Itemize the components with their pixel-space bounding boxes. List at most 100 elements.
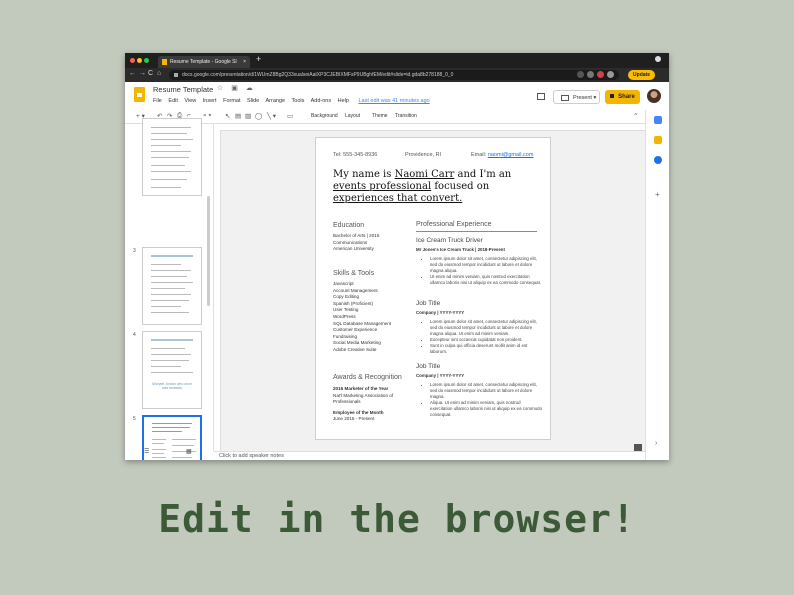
star-icon[interactable]: ☆ ▣ ☁ — [217, 84, 256, 92]
extension-icon[interactable] — [577, 71, 584, 78]
email-link[interactable]: naomi@gmail.com — [488, 152, 534, 158]
avatar[interactable] — [607, 71, 614, 78]
chevron-right-icon[interactable]: › — [655, 440, 657, 447]
avatar[interactable] — [647, 89, 661, 103]
intro-text: My name is — [333, 169, 395, 180]
email-line: Email: naomi@gmail.com — [471, 152, 533, 158]
intro-experiences: experiences that convert. — [333, 193, 463, 204]
award-title: Employee of the Month — [333, 410, 393, 417]
theme-button[interactable]: Theme — [372, 113, 388, 119]
menu-slide[interactable]: Slide — [247, 98, 259, 104]
url-text: docs.google.com/presentation/d/1WUmZ8Bg2… — [182, 72, 454, 78]
awards-heading: Awards & Recognition — [333, 374, 402, 381]
tasks-icon[interactable] — [654, 156, 662, 164]
slide-filmstrip: 3 4 Michael Jordan who once was fantasti… — [125, 118, 214, 460]
reload-icon[interactable]: C — [148, 70, 153, 77]
line-icon[interactable]: ╲ ▾ — [267, 112, 276, 120]
home-icon[interactable]: ⌂ — [157, 70, 161, 77]
new-tab-button[interactable]: + — [256, 54, 261, 64]
slides-logo-icon[interactable] — [134, 87, 145, 102]
slide-number: 3 — [133, 248, 136, 254]
browser-window: Resume Template - Google Sl × + ← → C ⌂ … — [125, 53, 669, 460]
job-title: Job Title — [416, 363, 441, 370]
shape-icon[interactable]: ◯ — [255, 112, 262, 120]
intro-events: events professional — [333, 181, 432, 192]
menu-help[interactable]: Help — [338, 98, 349, 104]
intro-statement: My name is Naomi Carr and I'm an events … — [333, 169, 538, 205]
profile-menu-icon[interactable] — [655, 56, 661, 62]
extension-icon[interactable] — [597, 71, 604, 78]
comment-icon[interactable]: ▭ — [287, 112, 293, 120]
menu-tools[interactable]: Tools — [292, 98, 305, 104]
list-item: Spanish (Proficient) — [333, 300, 374, 306]
job-bullets: Lorem ipsum dolor sit amet, consectetur … — [416, 382, 544, 417]
address-bar-row: ← → C ⌂ docs.google.com/presentation/d/1… — [125, 68, 669, 82]
list-item: Social Media Marketing — [333, 340, 381, 346]
slide-thumbnail-2[interactable] — [142, 118, 202, 196]
skills-list: Javascript Account Management Copy Editi… — [333, 281, 391, 354]
comments-icon[interactable] — [537, 93, 545, 100]
job-title: Job Title — [416, 300, 441, 307]
menu-edit[interactable]: Edit — [168, 98, 177, 104]
menu-arrange[interactable]: Arrange — [266, 98, 286, 104]
speaker-notes[interactable]: Click to add speaker notes — [214, 444, 645, 460]
list-item: Lorem ipsum dolor sit amet, consectetur … — [430, 256, 544, 274]
list-item: Communications — [333, 239, 368, 245]
present-button[interactable]: Present ▾ — [553, 90, 600, 104]
transition-button[interactable]: Transition — [395, 113, 417, 119]
slide-number: 4 — [133, 332, 136, 338]
slide-thumbnail-3[interactable] — [142, 247, 202, 325]
filmstrip-view-icon[interactable]: ☰ — [144, 448, 149, 455]
forward-icon[interactable]: → — [139, 70, 146, 77]
location-text: Providence, RI — [405, 152, 442, 158]
minimize-window-icon[interactable] — [137, 58, 142, 63]
slide-thumbnail-4[interactable]: Michael Jordan who once was fantastic — [142, 331, 202, 409]
menu-file[interactable]: File — [153, 98, 162, 104]
browser-tab[interactable]: Resume Template - Google Sl × — [158, 56, 250, 68]
resume-slide[interactable]: Tel: 555-345-8936 Providence, RI Email: … — [315, 137, 551, 440]
list-item: Lorem ipsum dolor sit amet, consectetur … — [430, 382, 544, 400]
chevron-up-icon[interactable]: ⌃ — [633, 112, 638, 120]
extension-icon[interactable] — [587, 71, 594, 78]
list-item: Ut enim ad minim veniam, quis nostrud ex… — [430, 274, 544, 286]
select-icon[interactable]: ↖ — [225, 112, 230, 120]
slides-toolbar: + ▾ ↶ ↷ ⎙ ⌐ ⌕ ▾ ↖ ▤ ▨ ◯ ╲ ▾ ▭ Background… — [125, 110, 645, 124]
zoom-icon[interactable]: ⌕ ▾ — [203, 112, 211, 120]
update-button[interactable]: Update — [628, 70, 655, 80]
job-title: Ice Cream Truck Driver — [416, 237, 483, 244]
image-icon[interactable]: ▨ — [245, 112, 251, 120]
list-item: Account Management — [333, 287, 378, 293]
menu-view[interactable]: View — [184, 98, 196, 104]
divider — [416, 231, 537, 232]
grid-view-icon[interactable]: ▦ — [186, 448, 192, 455]
menu-format[interactable]: Format — [223, 98, 240, 104]
filmstrip-scrollbar[interactable] — [207, 196, 210, 306]
url-field[interactable]: docs.google.com/presentation/d/1WUmZ8Bg2… — [169, 70, 619, 80]
job-bullets: Lorem ipsum dolor sit amet, consectetur … — [416, 319, 544, 354]
vertical-ruler — [214, 130, 221, 451]
keep-icon[interactable] — [654, 136, 662, 144]
tab-close-icon[interactable]: × — [243, 56, 246, 68]
maximize-window-icon[interactable] — [144, 58, 149, 63]
layout-button[interactable]: Layout — [345, 113, 360, 119]
list-item: June 2015 - Present — [333, 416, 375, 422]
text-box-icon[interactable]: ▤ — [235, 112, 241, 120]
list-item: Sunt in culpa qui officia deserunt molli… — [430, 343, 544, 355]
back-icon[interactable]: ← — [129, 70, 136, 77]
menu-addons[interactable]: Add-ons — [311, 98, 332, 104]
background-button[interactable]: Background — [311, 113, 338, 119]
explore-icon[interactable] — [634, 444, 642, 451]
award-title-text: Employee of the Month — [333, 409, 384, 415]
calendar-icon[interactable] — [654, 116, 662, 124]
menu-insert[interactable]: Insert — [203, 98, 217, 104]
share-button[interactable]: Share — [605, 90, 640, 104]
document-title[interactable]: Resume Template — [153, 85, 213, 94]
award-title: 2016 Marketer of the Year — [333, 386, 393, 393]
list-item: WordPress — [333, 313, 356, 319]
horizontal-ruler — [214, 124, 645, 131]
last-edit-link[interactable]: Last edit was 41 minutes ago — [358, 98, 429, 104]
slide-number: 5 — [133, 416, 136, 422]
add-addon-icon[interactable]: + — [655, 190, 660, 199]
list-item: Professionals — [333, 399, 361, 405]
close-window-icon[interactable] — [130, 58, 135, 63]
